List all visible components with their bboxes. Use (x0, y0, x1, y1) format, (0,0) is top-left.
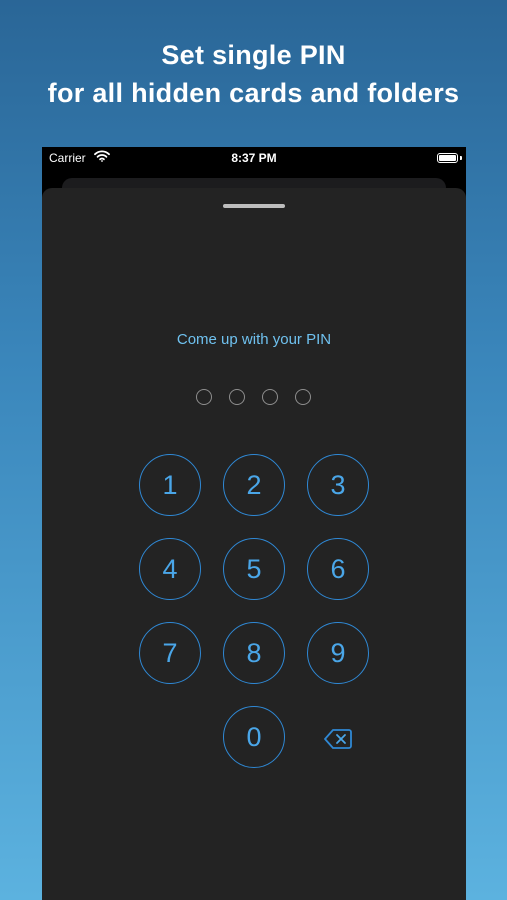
pin-dot (295, 389, 311, 405)
pin-indicator (196, 389, 316, 407)
phone-screen: Carrier 8:37 PM Come up with your PIN 1 … (42, 147, 466, 900)
promo-line-2: for all hidden cards and folders (47, 78, 460, 108)
key-8[interactable]: 8 (223, 622, 285, 684)
backspace-icon[interactable] (324, 728, 352, 750)
key-6[interactable]: 6 (307, 538, 369, 600)
key-2[interactable]: 2 (223, 454, 285, 516)
promo-line-1: Set single PIN (161, 40, 346, 70)
sheet-grabber[interactable] (223, 204, 285, 208)
battery-nub (460, 156, 462, 160)
pin-dot (196, 389, 212, 405)
promo-headline: Set single PIN for all hidden cards and … (0, 36, 507, 112)
key-7[interactable]: 7 (139, 622, 201, 684)
pin-dot (262, 389, 278, 405)
key-0[interactable]: 0 (223, 706, 285, 768)
pin-dot (229, 389, 245, 405)
pin-prompt: Come up with your PIN (176, 331, 332, 348)
status-time: 8:37 PM (231, 151, 277, 165)
pin-sheet: Come up with your PIN 1 2 3 4 5 6 7 8 9 … (42, 188, 466, 900)
key-9[interactable]: 9 (307, 622, 369, 684)
battery-icon (437, 153, 458, 163)
key-1[interactable]: 1 (139, 454, 201, 516)
key-3[interactable]: 3 (307, 454, 369, 516)
status-bar: Carrier 8:37 PM (42, 147, 466, 169)
key-4[interactable]: 4 (139, 538, 201, 600)
key-5[interactable]: 5 (223, 538, 285, 600)
